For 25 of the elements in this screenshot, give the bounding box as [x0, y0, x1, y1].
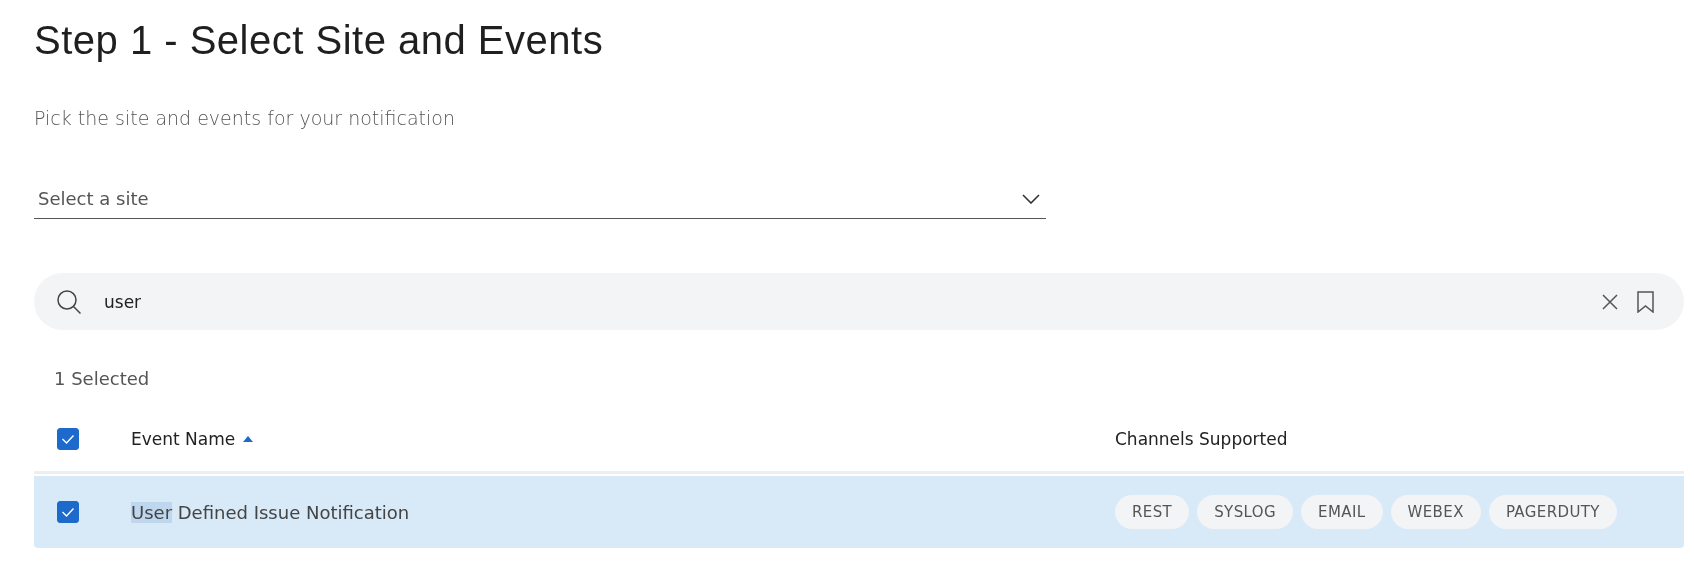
column-header[interactable]: Event Name: [131, 429, 236, 449]
table-row[interactable]: User Defined Issue Notification REST SYSLOG EMAIL WEBEX PAGERDUTY: [34, 476, 1684, 548]
search-bar[interactable]: user: [34, 273, 1684, 330]
sort-arrow-icon[interactable]: [243, 436, 254, 442]
checkbox[interactable]: [57, 501, 79, 523]
bookmark-icon[interactable]: [1637, 290, 1654, 313]
checkbox[interactable]: [57, 428, 79, 450]
channel-tag: SYSLOG: [1197, 495, 1294, 529]
checkmark-icon: [61, 507, 75, 517]
site-select-field[interactable]: Select a site: [34, 188, 1022, 209]
selection-count: 1 Selected: [54, 368, 151, 389]
event-name-text: Defined Issue Notification: [176, 501, 410, 523]
chevron-down-icon[interactable]: [1022, 193, 1040, 204]
search-match-text: User: [131, 501, 173, 523]
page-subtitle: Pick the site and events for your notification: [34, 107, 456, 129]
search-icon: [56, 288, 82, 315]
channel-tag: REST: [1115, 495, 1190, 529]
page-title: Step 1 - Select Site and Events: [34, 18, 605, 63]
clear-icon[interactable]: [1601, 292, 1619, 311]
channel-tag: WEBEX: [1390, 495, 1481, 529]
column-header[interactable]: Channels Supported: [1115, 429, 1288, 449]
channel-tag: PAGERDUTY: [1488, 495, 1617, 529]
channel-tag: EMAIL: [1301, 495, 1383, 529]
search-field[interactable]: user: [102, 290, 1601, 313]
checkmark-icon: [61, 434, 75, 444]
